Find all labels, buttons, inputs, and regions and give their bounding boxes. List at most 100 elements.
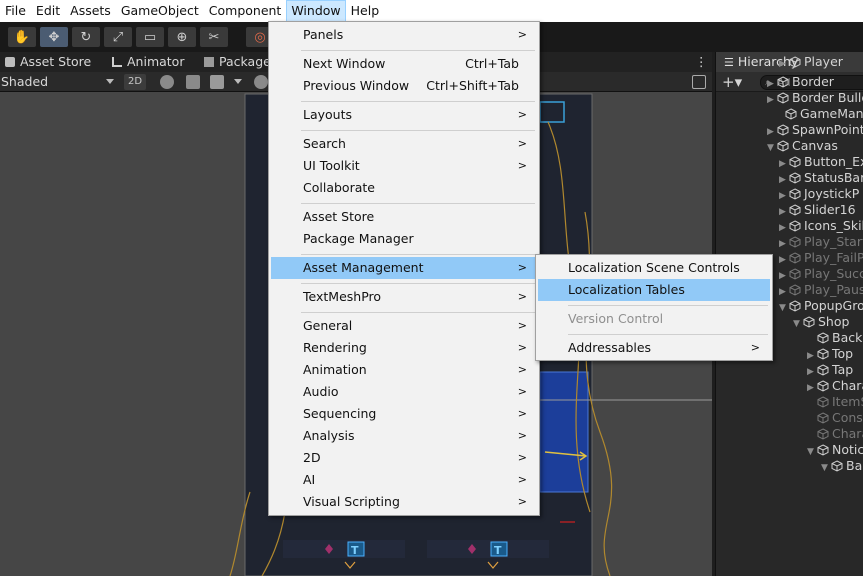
rotate-tool-icon[interactable]: ↻: [72, 27, 100, 47]
menu-gameobject[interactable]: GameObject: [116, 0, 204, 22]
hierarchy-item[interactable]: ▶ Icons_Skil: [779, 218, 863, 234]
menu-item-audio[interactable]: Audio >: [271, 381, 537, 403]
hierarchy-item[interactable]: ▶StatusBar_: [779, 170, 863, 186]
hierarchy-item[interactable]: ▶ Play_Succ: [779, 266, 863, 282]
shortcut-label: Ctrl+Shift+Tab: [426, 78, 519, 93]
hierarchy-item[interactable]: ▶Button_Exi: [779, 154, 863, 170]
menu-assets[interactable]: Assets: [65, 0, 116, 22]
gameobject-cube-icon: [789, 220, 801, 232]
menu-component[interactable]: Component: [204, 0, 287, 22]
hierarchy-item[interactable]: ▶ Tap: [807, 362, 853, 378]
add-object-button[interactable]: +▾: [722, 73, 742, 91]
hierarchy-item[interactable]: ▶ Top: [807, 346, 853, 362]
hierarchy-item[interactable]: ▶ Play_Paus: [779, 282, 863, 298]
menu-item-2d[interactable]: 2D >: [271, 447, 537, 469]
expand-arrow-icon[interactable]: ▼: [767, 140, 777, 156]
hierarchy-item-label: Cons: [832, 410, 863, 425]
tab-animator[interactable]: Animator: [112, 52, 184, 72]
menu-item-layouts[interactable]: Layouts >: [271, 104, 537, 126]
rect-tool-icon[interactable]: ▭: [136, 27, 164, 47]
chevron-right-icon: >: [517, 473, 527, 486]
chevron-right-icon: >: [517, 137, 527, 150]
hand-tool-icon[interactable]: ✋: [8, 27, 36, 47]
expand-arrow-icon[interactable]: ▼: [807, 444, 817, 460]
menu-edit[interactable]: Edit: [31, 0, 65, 22]
hierarchy-item[interactable]: ▶ Play_FailP: [779, 250, 863, 266]
lighting-icon[interactable]: [160, 75, 174, 89]
effects-icon[interactable]: [210, 75, 224, 89]
hierarchy-item[interactable]: GameManag: [775, 106, 863, 122]
shading-mode-dropdown[interactable]: Shaded: [1, 72, 117, 92]
hierarchy-item-label: Play_FailP: [804, 250, 863, 265]
tab-asset-store[interactable]: Asset Store: [5, 52, 91, 72]
hierarchy-item[interactable]: Chara: [807, 426, 863, 442]
menu-item-addressables[interactable]: Addressables >: [538, 337, 770, 359]
hierarchy-item[interactable]: Cons: [807, 410, 863, 426]
hierarchy-item[interactable]: ▶ Border: [767, 74, 834, 90]
hierarchy-item[interactable]: ItemS: [807, 394, 863, 410]
menu-item-collaborate-label: Collaborate: [303, 180, 375, 195]
hierarchy-item[interactable]: ▶Chara: [807, 378, 863, 394]
hierarchy-item-label: Notic: [832, 442, 863, 457]
gameobject-cube-icon: [777, 92, 789, 104]
effects-dropdown-icon[interactable]: [234, 75, 244, 89]
hierarchy-item[interactable]: ▶ Play_Start: [779, 234, 863, 250]
hierarchy-item-label: PopupGro: [804, 298, 863, 313]
expand-arrow-icon[interactable]: ▼: [793, 316, 803, 332]
hierarchy-item[interactable]: ▼ Notic: [807, 442, 863, 458]
expand-arrow-icon[interactable]: ▶: [779, 56, 789, 72]
hierarchy-item-label: ItemS: [832, 394, 863, 409]
hierarchy-item[interactable]: ▶ JoystickP: [779, 186, 859, 202]
hierarchy-item[interactable]: ▼ PopupGro: [779, 298, 863, 314]
transform-tool-icon[interactable]: ⊕: [168, 27, 196, 47]
hierarchy-item-label: Tap: [832, 362, 854, 377]
menu-item-asset-store[interactable]: Asset Store: [271, 206, 537, 228]
chevron-right-icon: >: [517, 495, 527, 508]
scene-camera-icon[interactable]: [692, 75, 706, 89]
menu-item-panels[interactable]: Panels >: [271, 24, 537, 46]
scale-tool-icon[interactable]: ⤢: [104, 27, 132, 47]
expand-arrow-icon[interactable]: ▼: [821, 460, 831, 476]
gameobject-cube-icon: [789, 300, 801, 312]
chevron-down-icon: [106, 79, 114, 84]
menu-item-package-manager[interactable]: Package Manager: [271, 228, 537, 250]
menu-item-localization-scene-controls[interactable]: Localization Scene Controls: [538, 257, 770, 279]
menu-item-sequencing[interactable]: Sequencing >: [271, 403, 537, 425]
audio-icon[interactable]: [186, 75, 200, 89]
hierarchy-item[interactable]: ▶Border Bullet: [767, 90, 863, 106]
menu-item-general[interactable]: General >: [271, 315, 537, 337]
menu-item-version-control-label: Version Control: [568, 311, 664, 326]
hierarchy-item[interactable]: ▼ Canvas: [767, 138, 838, 154]
lock-icon: [5, 57, 15, 67]
expand-arrow-icon[interactable]: ▼: [779, 300, 789, 316]
move-tool-icon[interactable]: ✥: [40, 27, 68, 47]
hierarchy-item[interactable]: ▼ Shop: [793, 314, 849, 330]
menu-file[interactable]: File: [0, 0, 31, 22]
hierarchy-item[interactable]: ▶ Player: [779, 54, 843, 70]
menu-item-rendering[interactable]: Rendering >: [271, 337, 537, 359]
menu-help[interactable]: Help: [346, 0, 385, 22]
menu-item-previous-window[interactable]: Previous Window Ctrl+Shift+Tab: [271, 75, 537, 97]
menu-item-analysis[interactable]: Analysis >: [271, 425, 537, 447]
toggle-2d-button[interactable]: 2D: [124, 74, 146, 90]
menu-item-localization-tables[interactable]: Localization Tables: [538, 279, 770, 301]
menu-item-textmeshpro[interactable]: TextMeshPro >: [271, 286, 537, 308]
menu-item-next-window[interactable]: Next Window Ctrl+Tab: [271, 53, 537, 75]
tab-more-icon[interactable]: ⋮: [695, 52, 708, 72]
hierarchy-item[interactable]: ▶SpawnPointC: [767, 122, 863, 138]
hierarchy-item[interactable]: ▼ Ba: [821, 458, 862, 474]
menu-item-search[interactable]: Search >: [271, 133, 537, 155]
menu-item-ai[interactable]: AI >: [271, 469, 537, 491]
menu-item-asset-management[interactable]: Asset Management >: [271, 257, 537, 279]
menu-item-ui-toolkit[interactable]: UI Toolkit >: [271, 155, 537, 177]
hierarchy-item[interactable]: ▶ Slider16: [779, 202, 856, 218]
hierarchy-item[interactable]: Back: [807, 330, 862, 346]
tab-package[interactable]: Package: [204, 52, 271, 72]
custom-tool-icon[interactable]: ✂: [200, 27, 228, 47]
menu-window[interactable]: Window: [286, 0, 346, 22]
menu-item-visual-scripting[interactable]: Visual Scripting >: [271, 491, 537, 513]
hidden-objects-icon[interactable]: [254, 75, 268, 89]
gameobject-cube-icon: [817, 364, 829, 376]
menu-item-animation[interactable]: Animation >: [271, 359, 537, 381]
menu-item-collaborate[interactable]: Collaborate: [271, 177, 537, 199]
